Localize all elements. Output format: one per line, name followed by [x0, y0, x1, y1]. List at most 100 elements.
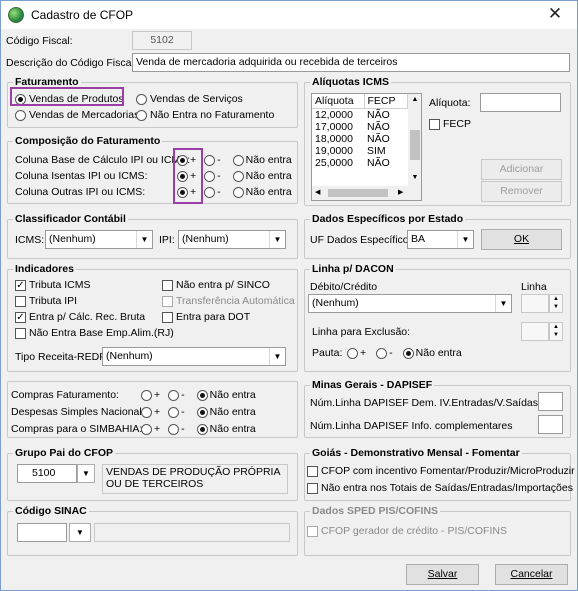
checkmark-icon[interactable]: ✓ — [15, 311, 26, 323]
linha-exclusao-spinner-icon[interactable]: ▲ ▼ — [549, 322, 563, 341]
horizontal-scrollbar[interactable]: ◀ ▶ — [312, 186, 421, 200]
radio-icon[interactable] — [15, 109, 26, 121]
radio-nao-entra[interactable] — [232, 186, 244, 198]
checkbox-icon[interactable] — [162, 279, 173, 291]
checkbox-icon[interactable] — [15, 295, 26, 307]
radio-icon[interactable] — [136, 109, 147, 121]
radio-nao-entra[interactable] — [196, 406, 208, 418]
chevron-down-icon[interactable]: ▼ — [269, 348, 285, 365]
linha-spinner-icon[interactable]: ▲ ▼ — [549, 294, 563, 313]
chk-entra-calc-rec-bruta[interactable]: ✓ Entra p/ Cálc. Rec. Bruta — [15, 311, 145, 323]
sinac-code-field[interactable] — [17, 523, 67, 542]
scrollbar-thumb[interactable] — [410, 130, 420, 160]
checkbox-icon[interactable] — [162, 311, 173, 323]
table-row[interactable]: 19,0000 SIM — [312, 145, 408, 157]
vertical-scrollbar[interactable]: ▲ ▼ — [408, 94, 421, 186]
aliquota-label: Alíquota: — [429, 97, 471, 109]
grupo-pai-code-field[interactable]: 5100 — [17, 464, 77, 483]
composicao-label-outras: Coluna Outras IPI ou ICMS: — [15, 186, 146, 198]
classificador-title: Classificador Contábil — [13, 213, 128, 225]
radio-plus[interactable] — [347, 347, 358, 359]
icms-select[interactable]: (Nenhum) ▼ — [45, 230, 153, 249]
chk-entra-dot[interactable]: Entra para DOT — [162, 311, 250, 323]
checkbox-icon[interactable] — [15, 327, 26, 339]
chevron-down-icon[interactable]: ▼ — [136, 231, 152, 248]
scrollbar-thumb[interactable] — [328, 189, 388, 197]
descricao-field[interactable]: Venda de mercadoria adquirida ou recebid… — [132, 53, 570, 72]
compras-faturamento-options[interactable]: + - Não entra — [141, 389, 256, 401]
radio-plus[interactable] — [141, 389, 152, 401]
radio-nao-entra[interactable] — [232, 170, 244, 182]
cancelar-button[interactable]: Cancelar — [495, 564, 568, 585]
compras-simbahia-label: Compras para o SIMBAHIA: — [11, 423, 143, 435]
pauta-options[interactable]: + - Não entra — [347, 347, 462, 359]
radio-nao-entra[interactable] — [196, 389, 208, 401]
linha-field[interactable] — [521, 294, 549, 313]
codigo-fiscal-label: Código Fiscal: — [6, 35, 73, 47]
table-row[interactable]: 12,0000 NÃO — [312, 109, 408, 122]
uf-label: UF Dados Específicos: — [310, 234, 417, 246]
chevron-down-icon[interactable]: ▼ — [269, 231, 285, 248]
radio-minus[interactable] — [204, 186, 216, 198]
uf-select[interactable]: BA ▼ — [407, 230, 474, 249]
chk-fecp[interactable]: FECP — [429, 118, 471, 130]
remover-button[interactable]: Remover — [481, 181, 562, 202]
checkbox-icon[interactable] — [429, 118, 440, 130]
salvar-button[interactable]: Salvar — [406, 564, 479, 585]
radio-plus[interactable] — [141, 423, 152, 435]
radio-vendas-mercadorias[interactable]: Vendas de Mercadorias — [15, 109, 139, 121]
aliquotas-table[interactable]: Alíquota FECP 12,0000 NÃO 17,0000 NÃO 18,00… — [311, 93, 422, 201]
radio-nao-entra[interactable] — [232, 154, 244, 166]
radio-minus[interactable] — [168, 406, 180, 418]
scroll-down-icon[interactable]: ▼ — [408, 174, 421, 181]
aliquota-field[interactable] — [480, 93, 561, 112]
checkmark-icon[interactable]: ✓ — [15, 279, 26, 291]
chevron-down-icon[interactable]: ▼ — [77, 464, 95, 483]
radio-minus[interactable] — [168, 389, 180, 401]
sped-title: Dados SPED PIS/COFINS — [310, 505, 441, 517]
ipi-select[interactable]: (Nenhum) ▼ — [178, 230, 286, 249]
chk-nao-entra-sinco[interactable]: Não entra p/ SINCO — [162, 279, 270, 291]
compras-faturamento-label: Compras Faturamento: — [11, 389, 119, 401]
radio-minus[interactable] — [168, 423, 180, 435]
compras-simbahia-options[interactable]: + - Não entra — [141, 423, 256, 435]
chevron-down-icon[interactable]: ▼ — [69, 523, 91, 542]
chk-tributa-icms[interactable]: ✓ Tributa ICMS — [15, 279, 90, 291]
radio-nao-entra[interactable] — [402, 347, 414, 359]
scroll-right-icon[interactable]: ▶ — [398, 188, 403, 196]
col-aliquota[interactable]: Alíquota — [312, 94, 365, 109]
chevron-down-icon[interactable]: ▼ — [457, 231, 473, 248]
table-row[interactable]: 25,0000 NÃO — [312, 157, 408, 169]
scroll-up-icon[interactable]: ▲ — [408, 96, 421, 103]
chk-cfop-incentivo[interactable]: CFOP com incentivo Fomentar/Produzir/Mic… — [307, 465, 575, 477]
radio-icon[interactable] — [136, 93, 147, 105]
sinac-description — [94, 523, 290, 542]
radio-plus[interactable] — [141, 406, 152, 418]
radio-nao-entra-faturamento[interactable]: Não Entra no Faturamento — [136, 109, 274, 121]
checkbox-icon[interactable] — [307, 482, 318, 494]
ok-button[interactable]: OK — [481, 229, 562, 250]
radio-minus[interactable] — [204, 154, 216, 166]
table-row[interactable]: 18,0000 NÃO — [312, 133, 408, 145]
debito-credito-select[interactable]: (Nenhum) ▼ — [308, 294, 512, 313]
close-icon[interactable]: ✕ — [533, 1, 577, 29]
col-fecp[interactable]: FECP — [364, 94, 408, 109]
tipo-receita-select[interactable]: (Nenhum) ▼ — [102, 347, 286, 366]
chk-nao-entra-base-emp-alim[interactable]: Não Entra Base Emp.Alim.(RJ) — [15, 327, 174, 339]
minas-row2-field[interactable] — [538, 415, 563, 434]
minas-row1-field[interactable] — [538, 392, 563, 411]
scroll-left-icon[interactable]: ◀ — [315, 188, 320, 196]
chk-nao-entra-totais[interactable]: Não entra nos Totais de Saídas/Entradas/… — [307, 482, 573, 494]
checkbox-icon[interactable] — [307, 465, 318, 477]
radio-minus[interactable] — [204, 170, 216, 182]
radio-minus[interactable] — [376, 347, 388, 359]
table-row[interactable]: 17,0000 NÃO — [312, 121, 408, 133]
despesas-simples-options[interactable]: + - Não entra — [141, 406, 256, 418]
chevron-down-icon[interactable]: ▼ — [495, 295, 511, 312]
linha-exclusao-field[interactable] — [521, 322, 549, 341]
radio-nao-entra[interactable] — [196, 423, 208, 435]
radio-vendas-servicos[interactable]: Vendas de Serviços — [136, 93, 243, 105]
composicao-label-isentas: Coluna Isentas IPI ou ICMS: — [15, 170, 148, 182]
adicionar-button[interactable]: Adicionar — [481, 159, 562, 180]
chk-tributa-ipi[interactable]: Tributa IPI — [15, 295, 77, 307]
